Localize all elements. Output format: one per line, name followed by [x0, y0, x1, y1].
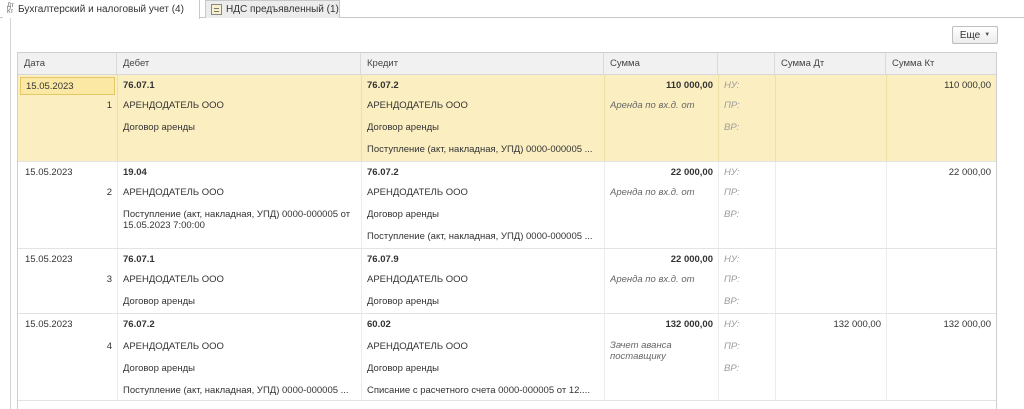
- credit-subconto-1[interactable]: АРЕНДОДАТЕЛЬ ООО: [367, 97, 603, 115]
- row-number: 2: [106, 187, 112, 198]
- row-date[interactable]: 15.05.2023: [25, 251, 115, 269]
- column-header-sum-kt[interactable]: Сумма Кт: [886, 53, 996, 75]
- row-sum-dt[interactable]: 132 000,00: [778, 316, 881, 334]
- table-row[interactable]: 15.05.2023 4 76.07.2 АРЕНДОДАТЕЛЬ ООО До…: [18, 314, 996, 401]
- credit-subconto-3[interactable]: Поступление (акт, накладная, УПД) 0000-0…: [367, 228, 603, 246]
- label-vr: ВР:: [724, 296, 740, 307]
- debit-subconto-1[interactable]: АРЕНДОДАТЕЛЬ ООО: [123, 184, 359, 202]
- credit-subconto-3[interactable]: Списание с расчетного счета 0000-000005 …: [367, 382, 603, 400]
- tab-bar: Дт Кт Бухгалтерский и налоговый учет (4) …: [0, 0, 1024, 19]
- credit-account[interactable]: 76.07.9: [367, 251, 603, 269]
- row-sum[interactable]: 22 000,00: [606, 164, 713, 182]
- row-sum[interactable]: 110 000,00: [606, 77, 713, 95]
- debit-subconto-1[interactable]: АРЕНДОДАТЕЛЬ ООО: [123, 97, 359, 115]
- debit-subconto-1[interactable]: АРЕНДОДАТЕЛЬ ООО: [123, 338, 359, 356]
- debit-subconto-2[interactable]: Договор аренды: [123, 293, 359, 311]
- row-content[interactable]: Аренда по вх.д. от: [610, 97, 716, 115]
- debit-subconto-2[interactable]: Поступление (акт, накладная, УПД) 0000-0…: [123, 209, 359, 233]
- more-button-label: Еще: [959, 29, 981, 41]
- column-header-debit[interactable]: Дебет: [117, 53, 361, 75]
- row-content[interactable]: Зачет аванса поставщику: [610, 340, 690, 364]
- credit-subconto-1[interactable]: АРЕНДОДАТЕЛЬ ООО: [367, 271, 603, 289]
- row-sum-dt[interactable]: [778, 77, 881, 95]
- panel-border: [10, 18, 11, 409]
- column-header-sum[interactable]: Сумма: [604, 53, 718, 75]
- table-header: Дата Дебет Кредит Сумма Сумма Дт Сумма К…: [18, 53, 996, 75]
- table-icon: [211, 4, 222, 15]
- table-row[interactable]: 15.05.2023 1 76.07.1 АРЕНДОДАТЕЛЬ ООО До…: [18, 75, 996, 162]
- label-nu: НУ:: [724, 80, 740, 91]
- row-date[interactable]: 15.05.2023: [25, 316, 115, 334]
- row-sum-kt[interactable]: 110 000,00: [888, 77, 991, 95]
- row-date[interactable]: 15.05.2023: [25, 164, 115, 182]
- row-content[interactable]: Аренда по вх.д. от: [610, 271, 716, 289]
- label-pr: ПР:: [724, 274, 740, 285]
- debit-subconto-2[interactable]: Договор аренды: [123, 119, 359, 137]
- column-header-sum-dt[interactable]: Сумма Дт: [775, 53, 886, 75]
- column-header-credit[interactable]: Кредит: [361, 53, 604, 75]
- credit-subconto-2[interactable]: Договор аренды: [367, 119, 603, 137]
- debit-account[interactable]: 76.07.1: [123, 251, 359, 269]
- row-sum-kt[interactable]: [888, 251, 991, 269]
- row-number: 4: [106, 341, 112, 352]
- table-row[interactable]: 15.05.2023 2 19.04 АРЕНДОДАТЕЛЬ ООО Пост…: [18, 162, 996, 249]
- credit-subconto-1[interactable]: АРЕНДОДАТЕЛЬ ООО: [367, 184, 603, 202]
- tab-vat-label: НДС предъявленный (1): [226, 4, 339, 15]
- label-pr: ПР:: [724, 341, 740, 352]
- debit-account[interactable]: 76.07.2: [123, 316, 359, 334]
- tab-vat[interactable]: НДС предъявленный (1): [205, 0, 340, 18]
- column-header-type[interactable]: [718, 53, 775, 75]
- label-vr: ВР:: [724, 122, 740, 133]
- row-sum-dt[interactable]: [778, 164, 881, 182]
- entries-table: Дата Дебет Кредит Сумма Сумма Дт Сумма К…: [17, 52, 997, 409]
- table-row[interactable]: 15.05.2023 3 76.07.1 АРЕНДОДАТЕЛЬ ООО До…: [18, 249, 996, 314]
- debit-subconto-3[interactable]: Поступление (акт, накладная, УПД) 0000-0…: [123, 382, 359, 400]
- credit-account[interactable]: 76.07.2: [367, 77, 603, 95]
- more-button[interactable]: Еще ▼: [952, 26, 998, 44]
- label-nu: НУ:: [724, 167, 740, 178]
- row-content[interactable]: Аренда по вх.д. от: [610, 184, 716, 202]
- credit-subconto-2[interactable]: Договор аренды: [367, 206, 603, 224]
- debit-account[interactable]: 19.04: [123, 164, 359, 182]
- credit-subconto-1[interactable]: АРЕНДОДАТЕЛЬ ООО: [367, 338, 603, 356]
- row-sum-kt[interactable]: 132 000,00: [888, 316, 991, 334]
- credit-subconto-2[interactable]: Договор аренды: [367, 360, 603, 378]
- chevron-down-icon: ▼: [984, 32, 991, 38]
- row-sum-kt[interactable]: 22 000,00: [888, 164, 991, 182]
- label-nu: НУ:: [724, 319, 740, 330]
- label-nu: НУ:: [724, 254, 740, 265]
- label-pr: ПР:: [724, 187, 740, 198]
- debit-subconto-2[interactable]: Договор аренды: [123, 360, 359, 378]
- label-pr: ПР:: [724, 100, 740, 111]
- credit-account[interactable]: 60.02: [367, 316, 603, 334]
- row-number: 1: [106, 100, 112, 111]
- row-date[interactable]: 15.05.2023: [20, 77, 115, 95]
- label-vr: ВР:: [724, 209, 740, 220]
- row-sum-dt[interactable]: [778, 251, 881, 269]
- column-header-date[interactable]: Дата: [18, 53, 117, 75]
- row-sum[interactable]: 22 000,00: [606, 251, 713, 269]
- credit-subconto-2[interactable]: Договор аренды: [367, 293, 603, 311]
- row-number: 3: [106, 274, 112, 285]
- row-sum[interactable]: 132 000,00: [606, 316, 713, 334]
- tab-accounting-label: Бухгалтерский и налоговый учет (4): [18, 4, 184, 15]
- dt-kt-icon: Дт Кт: [7, 3, 14, 15]
- tab-accounting[interactable]: Дт Кт Бухгалтерский и налоговый учет (4): [3, 0, 200, 19]
- credit-subconto-3[interactable]: Поступление (акт, накладная, УПД) 0000-0…: [367, 141, 603, 159]
- label-vr: ВР:: [724, 363, 740, 374]
- credit-account[interactable]: 76.07.2: [367, 164, 603, 182]
- debit-subconto-1[interactable]: АРЕНДОДАТЕЛЬ ООО: [123, 271, 359, 289]
- debit-account[interactable]: 76.07.1: [123, 77, 359, 95]
